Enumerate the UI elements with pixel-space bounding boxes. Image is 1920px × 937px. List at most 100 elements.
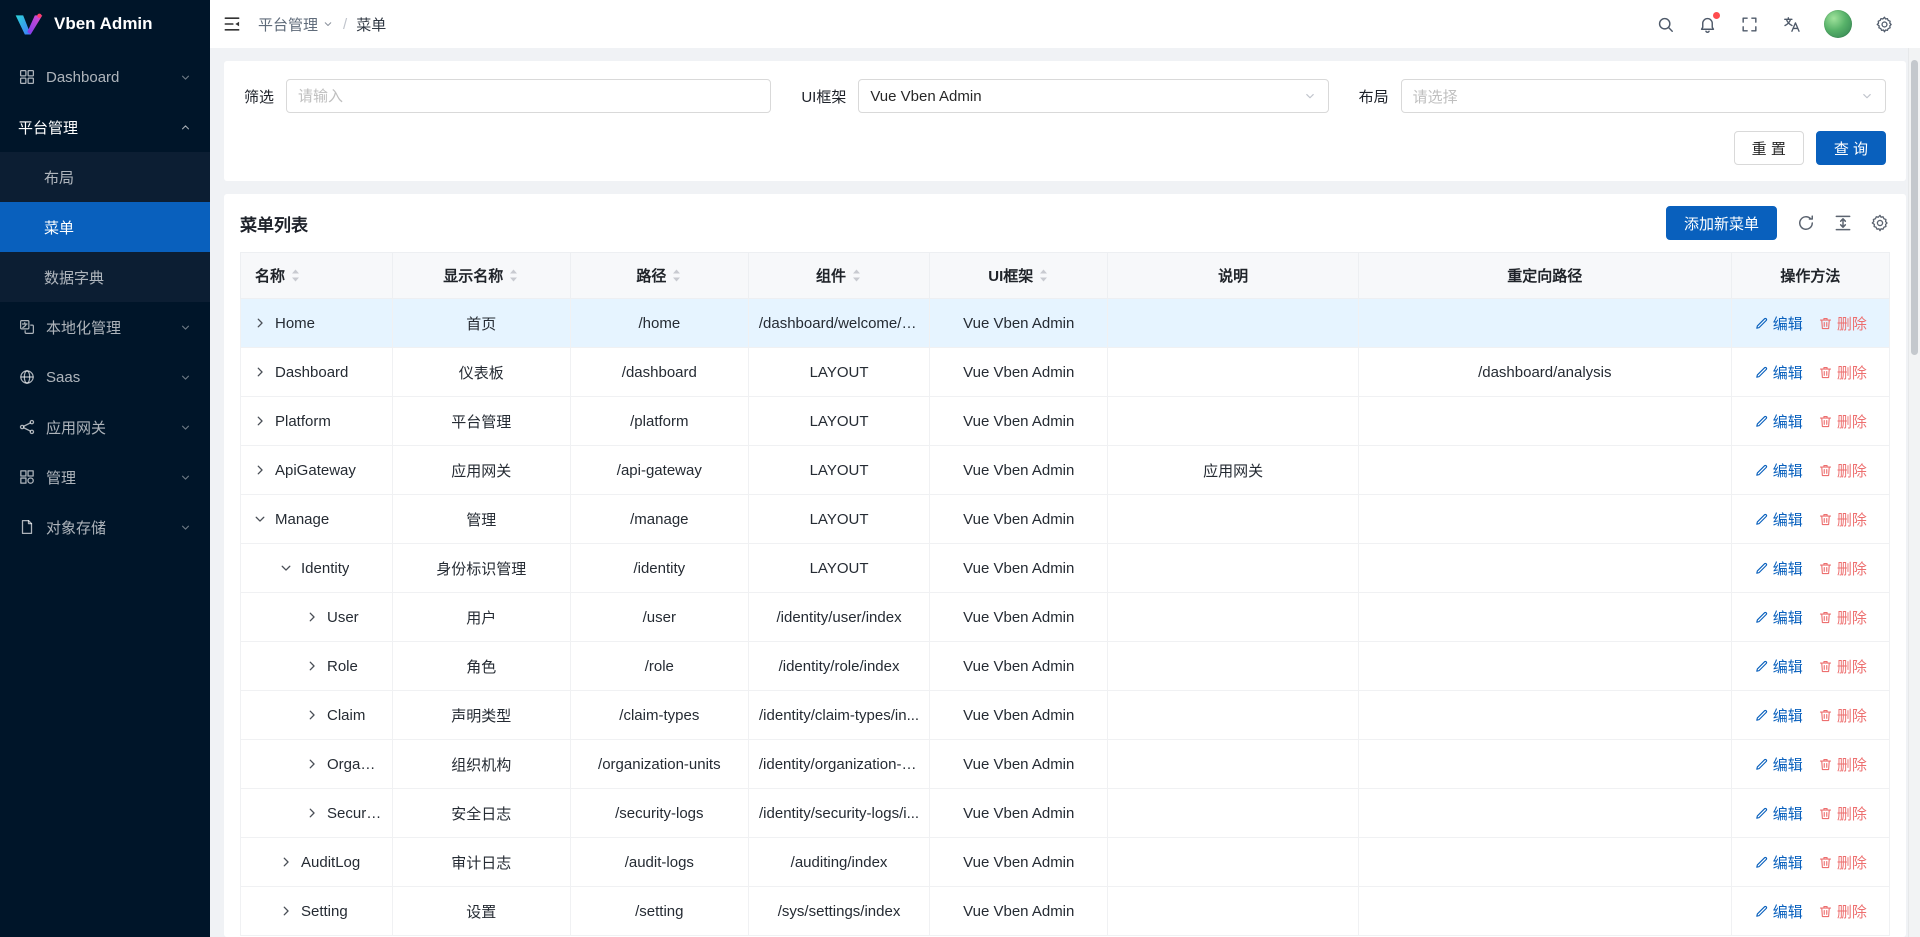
row-expand-icon[interactable] [253, 512, 267, 526]
sidebar-item-menu[interactable]: 菜单 [0, 202, 210, 252]
filter-input[interactable] [286, 79, 771, 113]
sidebar-item-storage[interactable]: 对象存储 [0, 502, 210, 552]
row-expand-icon[interactable] [279, 561, 293, 575]
menu-fold-icon[interactable] [222, 14, 242, 34]
column-header-3[interactable]: 组件 [748, 253, 929, 299]
edit-button[interactable]: 编辑 [1754, 509, 1803, 530]
sidebar-item-gateway[interactable]: 应用网关 [0, 402, 210, 452]
sort-icon[interactable] [290, 268, 301, 283]
edit-button[interactable]: 编辑 [1754, 411, 1803, 432]
delete-button[interactable]: 删除 [1818, 313, 1867, 334]
cell-path: /audit-logs [570, 838, 748, 887]
edit-button[interactable]: 编辑 [1754, 460, 1803, 481]
cell-actions: 编辑删除 [1731, 740, 1889, 789]
cell-ui-framework: Vue Vben Admin [930, 887, 1108, 936]
row-expand-icon[interactable] [253, 365, 267, 379]
sort-icon[interactable] [508, 268, 519, 283]
delete-button[interactable]: 删除 [1818, 607, 1867, 628]
sidebar-item-dictionary[interactable]: 数据字典 [0, 252, 210, 302]
row-expand-icon[interactable] [305, 757, 319, 771]
row-expand-icon[interactable] [253, 316, 267, 330]
sidebar-item-label: 对象存储 [46, 517, 179, 538]
reset-button[interactable]: 重 置 [1734, 131, 1804, 165]
delete-button[interactable]: 删除 [1818, 362, 1867, 383]
delete-button[interactable]: 删除 [1818, 460, 1867, 481]
avatar[interactable] [1824, 10, 1852, 38]
column-header-4[interactable]: UI框架 [930, 253, 1108, 299]
column-height-icon[interactable] [1833, 213, 1853, 233]
row-expand-icon[interactable] [253, 463, 267, 477]
cell-display-name: 仪表板 [392, 348, 570, 397]
cell-actions: 编辑删除 [1731, 544, 1889, 593]
sidebar-item-localization[interactable]: 本地化管理 [0, 302, 210, 352]
row-expand-icon[interactable] [305, 610, 319, 624]
row-expand-icon[interactable] [305, 659, 319, 673]
cell-ui-framework: Vue Vben Admin [930, 397, 1108, 446]
sidebar-item-dashboard[interactable]: Dashboard [0, 52, 210, 102]
search-icon[interactable] [1656, 15, 1675, 34]
column-label: 名称 [255, 265, 285, 286]
edit-button[interactable]: 编辑 [1754, 803, 1803, 824]
chevron-down-icon [179, 321, 192, 334]
edit-button[interactable]: 编辑 [1754, 313, 1803, 334]
edit-label: 编辑 [1773, 558, 1803, 579]
table-settings-icon[interactable] [1870, 213, 1890, 233]
column-header-0[interactable]: 名称 [241, 253, 393, 299]
sidebar-item-saas[interactable]: Saas [0, 352, 210, 402]
breadcrumb-item[interactable]: 菜单 [356, 14, 386, 35]
translate-icon[interactable] [1782, 15, 1801, 34]
column-header-1[interactable]: 显示名称 [392, 253, 570, 299]
delete-button[interactable]: 删除 [1818, 411, 1867, 432]
cell-path: /role [570, 642, 748, 691]
notification-icon[interactable] [1698, 15, 1717, 34]
row-expand-icon[interactable] [279, 855, 293, 869]
edit-label: 编辑 [1773, 509, 1803, 530]
table-row: Manage管理/manageLAYOUTVue Vben Admin编辑删除 [241, 495, 1890, 544]
cell-actions: 编辑删除 [1731, 691, 1889, 740]
edit-button[interactable]: 编辑 [1754, 852, 1803, 873]
filter-select-2[interactable]: 请选择 [1401, 79, 1886, 113]
scrollbar-thumb[interactable] [1911, 60, 1918, 355]
sidebar-item-platform[interactable]: 平台管理 [0, 102, 210, 152]
fullscreen-icon[interactable] [1740, 15, 1759, 34]
row-expand-icon[interactable] [253, 414, 267, 428]
edit-button[interactable]: 编辑 [1754, 901, 1803, 922]
delete-button[interactable]: 删除 [1818, 558, 1867, 579]
sidebar-item-label: 布局 [44, 167, 210, 188]
edit-button[interactable]: 编辑 [1754, 754, 1803, 775]
edit-button[interactable]: 编辑 [1754, 656, 1803, 677]
sort-icon[interactable] [1038, 268, 1049, 283]
sidebar-item-label: 数据字典 [44, 267, 210, 288]
delete-button[interactable]: 删除 [1818, 803, 1867, 824]
cell-redirect [1358, 299, 1731, 348]
sort-icon[interactable] [851, 268, 862, 283]
delete-button[interactable]: 删除 [1818, 509, 1867, 530]
row-expand-icon[interactable] [305, 806, 319, 820]
delete-button[interactable]: 删除 [1818, 852, 1867, 873]
settings-icon[interactable] [1875, 15, 1894, 34]
column-header-2[interactable]: 路径 [570, 253, 748, 299]
sidebar-item-manage[interactable]: 管理 [0, 452, 210, 502]
delete-button[interactable]: 删除 [1818, 754, 1867, 775]
edit-button[interactable]: 编辑 [1754, 607, 1803, 628]
refresh-icon[interactable] [1796, 213, 1816, 233]
add-menu-button[interactable]: 添加新菜单 [1666, 206, 1777, 240]
logo[interactable]: Vben Admin [0, 0, 210, 48]
edit-button[interactable]: 编辑 [1754, 558, 1803, 579]
sidebar-item-layout[interactable]: 布局 [0, 152, 210, 202]
filter-select-1[interactable]: Vue Vben Admin [858, 79, 1328, 113]
edit-button[interactable]: 编辑 [1754, 362, 1803, 383]
breadcrumb-item[interactable]: 平台管理 [258, 14, 334, 35]
row-expand-icon[interactable] [279, 904, 293, 918]
cell-display-name: 首页 [392, 299, 570, 348]
delete-button[interactable]: 删除 [1818, 656, 1867, 677]
edit-button[interactable]: 编辑 [1754, 705, 1803, 726]
sort-icon[interactable] [671, 268, 682, 283]
column-label: 操作方法 [1780, 265, 1840, 286]
page-scrollbar[interactable] [1908, 48, 1920, 937]
delete-button[interactable]: 删除 [1818, 705, 1867, 726]
select-value: 请选择 [1413, 86, 1860, 107]
delete-button[interactable]: 删除 [1818, 901, 1867, 922]
search-button[interactable]: 查 询 [1816, 131, 1886, 165]
row-expand-icon[interactable] [305, 708, 319, 722]
